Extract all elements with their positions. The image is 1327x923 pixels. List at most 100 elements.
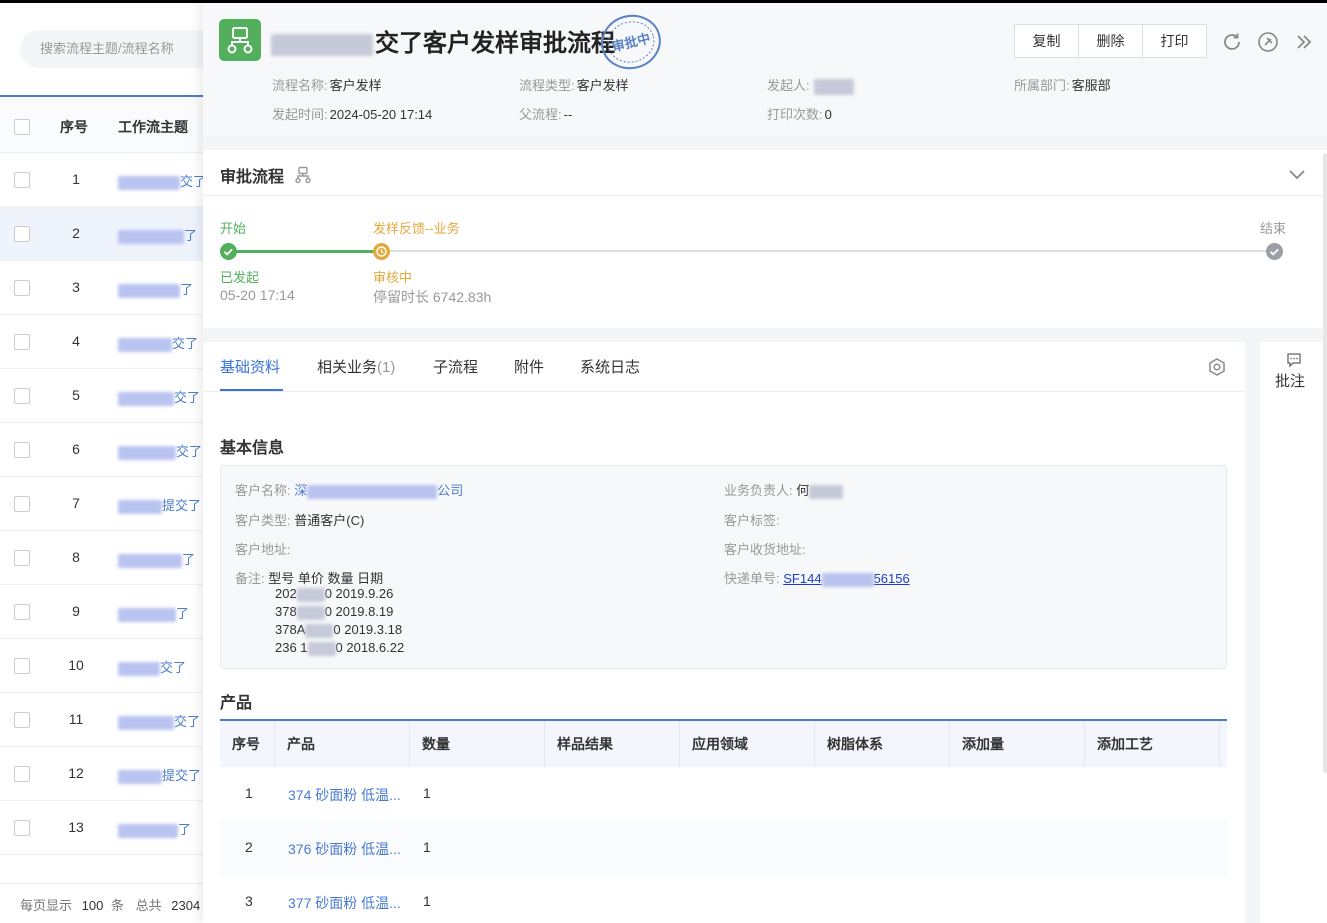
row-checkbox[interactable] xyxy=(14,496,30,512)
list-item[interactable]: 10 交了 xyxy=(0,639,203,693)
copy-button[interactable]: 复制 xyxy=(1014,24,1079,58)
products-column-header: 添加量 xyxy=(950,721,1085,767)
tab-subprocess[interactable]: 子流程 xyxy=(433,356,478,377)
row-subject[interactable]: 了 xyxy=(118,225,197,244)
node-start-check-icon[interactable] xyxy=(220,243,237,260)
products-column-header: 应用领域 xyxy=(680,721,815,767)
row-checkbox[interactable] xyxy=(14,280,30,296)
row-subject[interactable]: 提交了 xyxy=(118,765,201,784)
list-item[interactable]: 5 交了 xyxy=(0,369,203,423)
status-stamp: 审批中 xyxy=(593,6,669,78)
list-item[interactable]: 4 交了 xyxy=(0,315,203,369)
product-row-no: 1 xyxy=(245,785,253,801)
list-item[interactable]: 12 提交了 xyxy=(0,747,203,801)
remark-line: 236 10 2018.6.22 xyxy=(275,640,405,656)
tab-system-log[interactable]: 系统日志 xyxy=(580,356,640,377)
row-checkbox[interactable] xyxy=(14,442,30,458)
right-rail: 批注 xyxy=(1260,342,1327,923)
row-checkbox[interactable] xyxy=(14,712,30,728)
row-subject[interactable]: 提交了 xyxy=(118,495,201,514)
comment-icon[interactable] xyxy=(1286,352,1302,371)
per-page-select[interactable]: 100 xyxy=(82,898,104,913)
comment-button[interactable]: 批注 xyxy=(1275,370,1305,391)
list-item[interactable]: 11 交了 xyxy=(0,693,203,747)
field-customer-tag: 客户标签: xyxy=(724,513,780,528)
meta-department: 所属部门: 客服部 xyxy=(1014,78,1111,93)
customer-name-link[interactable]: 深公司 xyxy=(294,483,463,499)
row-subject[interactable]: 交了 xyxy=(118,441,202,460)
row-subject[interactable]: 了 xyxy=(118,603,189,622)
flow-progress-done xyxy=(229,250,381,253)
list-item[interactable]: 13 了 xyxy=(0,801,203,855)
list-item[interactable]: 7 提交了 xyxy=(0,477,203,531)
tab-basic-info[interactable]: 基础资料 xyxy=(220,356,280,377)
product-link[interactable]: 376 砂面粉 低温... xyxy=(288,839,401,859)
row-subject[interactable]: 了 xyxy=(118,819,191,838)
node-start-name: 开始 xyxy=(220,221,247,236)
list-item[interactable]: 6 交了 xyxy=(0,423,203,477)
row-no: 9 xyxy=(72,603,80,619)
list-item[interactable]: 3了 xyxy=(0,261,203,315)
product-link[interactable]: 377 砂面粉 低温... xyxy=(288,893,401,913)
field-customer-type: 客户类型: 普通客户(C) xyxy=(235,513,365,528)
row-subject[interactable]: 交了 xyxy=(118,387,200,406)
node-current-clock-icon[interactable] xyxy=(373,243,390,260)
row-no: 11 xyxy=(68,711,84,727)
pin-icon[interactable] xyxy=(1257,31,1279,53)
row-subject[interactable]: 交了 xyxy=(118,333,198,352)
row-checkbox[interactable] xyxy=(14,172,30,188)
print-button[interactable]: 打印 xyxy=(1142,24,1207,58)
row-checkbox[interactable] xyxy=(14,550,30,566)
table-row: 3 377 砂面粉 低温... 1 xyxy=(220,875,1227,923)
row-checkbox[interactable] xyxy=(14,658,30,674)
pagination: 每页显示 100 条 总共 2304 xyxy=(0,883,203,923)
row-checkbox[interactable] xyxy=(14,820,30,836)
row-no: 8 xyxy=(72,549,80,565)
collapse-flow-icon[interactable] xyxy=(1287,164,1307,187)
select-all-checkbox[interactable] xyxy=(14,119,30,135)
node-end-check-icon[interactable] xyxy=(1266,243,1283,260)
per-page-unit: 条 xyxy=(110,898,124,913)
drawer-scrollbar[interactable] xyxy=(1323,153,1327,773)
meta-initiator: 发起人: xyxy=(767,75,854,95)
products-column-header: 序号 xyxy=(220,721,275,767)
remark-line: 378 0 2019.8.19 xyxy=(275,604,394,620)
row-checkbox[interactable] xyxy=(14,604,30,620)
list-item[interactable]: 9了 xyxy=(0,585,203,639)
products-column-header: 数量 xyxy=(410,721,545,767)
row-subject[interactable]: 交了 xyxy=(118,711,200,730)
column-header-no: 序号 xyxy=(60,119,88,135)
row-checkbox[interactable] xyxy=(14,766,30,782)
row-no: 3 xyxy=(72,279,80,295)
products-table-header: 序号 产品 数量 样品结果 应用领域 树脂体系 添加量 添加工艺 xyxy=(220,719,1227,767)
row-subject[interactable]: 交了 xyxy=(118,657,186,676)
per-page-label: 每页显示 xyxy=(20,898,73,913)
list-item[interactable]: 1 交了 xyxy=(0,153,203,207)
products-title: 产品 xyxy=(220,695,253,712)
row-subject[interactable]: 了 xyxy=(118,549,195,568)
list-item[interactable]: 2了 xyxy=(0,207,203,261)
node-current-duration: 停留时长 6742.83h xyxy=(373,289,492,305)
row-checkbox[interactable] xyxy=(14,226,30,242)
search-input[interactable]: 搜索流程主题/流程名称 xyxy=(20,30,203,68)
action-button-group: 复制 删除 打印 xyxy=(1014,24,1207,58)
list-item[interactable]: 8了 xyxy=(0,531,203,585)
node-current-status: 审核中 xyxy=(373,270,413,285)
column-header-subject[interactable]: 工作流主题 xyxy=(118,117,188,137)
row-checkbox[interactable] xyxy=(14,334,30,350)
row-subject[interactable]: 了 xyxy=(118,279,193,298)
product-link[interactable]: 374 砂面粉 低温... xyxy=(288,785,401,805)
express-no-link[interactable]: SF144 56156 xyxy=(783,571,910,587)
row-subject[interactable]: 交了 xyxy=(118,171,203,190)
settings-icon[interactable] xyxy=(1207,357,1227,380)
collapse-drawer-icon[interactable] xyxy=(1293,31,1315,53)
tab-attachments[interactable]: 附件 xyxy=(514,356,544,377)
refresh-icon[interactable] xyxy=(1221,31,1243,53)
flow-chart-icon[interactable] xyxy=(294,166,312,189)
row-checkbox[interactable] xyxy=(14,388,30,404)
remark-line: 202 0 2019.9.26 xyxy=(275,586,394,602)
products-column-header: 产品 xyxy=(275,721,410,767)
delete-button[interactable]: 删除 xyxy=(1078,24,1143,58)
basic-info-title: 基本信息 xyxy=(220,440,285,457)
tab-related-business[interactable]: 相关业务(1) xyxy=(317,356,395,377)
